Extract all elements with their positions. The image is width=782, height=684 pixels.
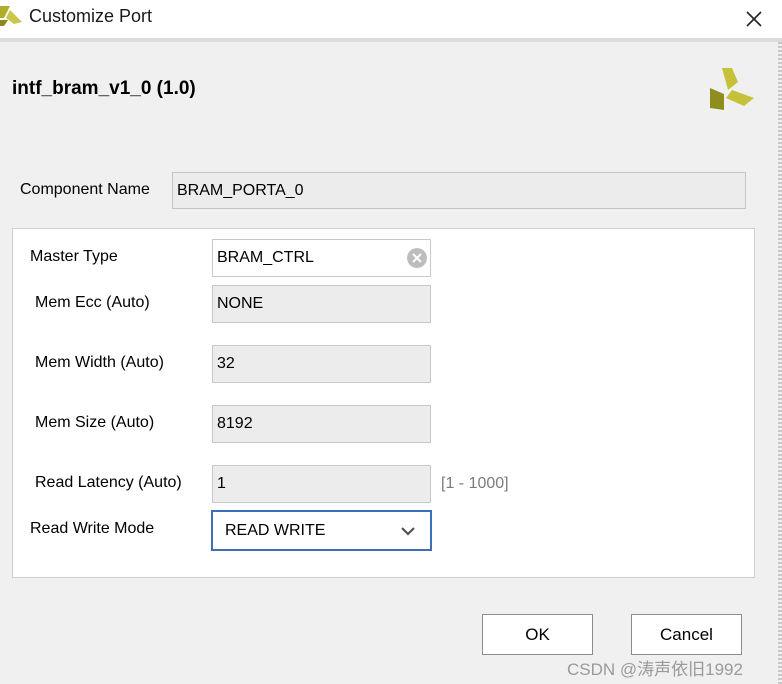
master-type-label: Master Type xyxy=(30,248,118,265)
master-type-input[interactable]: BRAM_CTRL xyxy=(212,239,431,277)
window-title: Customize Port xyxy=(29,6,153,26)
chevron-down-icon xyxy=(401,527,415,536)
read-write-mode-label: Read Write Mode xyxy=(30,520,155,537)
clear-icon[interactable] xyxy=(407,248,427,268)
ip-title: intf_bram_v1_0 (1.0) xyxy=(12,78,196,99)
mem-width-value: 32 xyxy=(217,355,235,372)
customize-port-dialog: Customize Port intf_bram_v1_0 (1.0) Comp… xyxy=(0,0,782,684)
read-latency-label: Read Latency (Auto) xyxy=(35,474,182,491)
title-bar: Customize Port xyxy=(0,0,782,38)
mem-size-label: Mem Size (Auto) xyxy=(35,414,155,431)
mem-ecc-value: NONE xyxy=(217,295,264,312)
component-name-field[interactable]: BRAM_PORTA_0 xyxy=(172,172,746,209)
xilinx-logo-icon xyxy=(0,6,22,26)
close-icon[interactable] xyxy=(740,5,768,33)
mem-size-field: 8192 xyxy=(212,405,431,443)
window-edge xyxy=(778,42,782,684)
ok-button[interactable]: OK xyxy=(482,614,593,655)
component-name-label: Component Name xyxy=(20,181,150,198)
mem-ecc-field: NONE xyxy=(212,285,431,323)
mem-width-label: Mem Width (Auto) xyxy=(35,354,164,371)
read-write-mode-select[interactable]: READ WRITE xyxy=(211,510,432,551)
dialog-header: intf_bram_v1_0 (1.0) xyxy=(0,42,782,140)
read-latency-range: [1 - 1000] xyxy=(441,475,509,492)
read-write-mode-value: READ WRITE xyxy=(225,522,326,539)
watermark: CSDN @涛声依旧1992 xyxy=(567,660,743,679)
mem-ecc-label: Mem Ecc (Auto) xyxy=(35,294,150,311)
xilinx-logo-icon xyxy=(710,68,754,110)
mem-width-field: 32 xyxy=(212,345,431,383)
read-latency-value: 1 xyxy=(217,475,226,492)
master-type-value: BRAM_CTRL xyxy=(217,249,314,266)
cancel-button[interactable]: Cancel xyxy=(631,614,742,655)
mem-size-value: 8192 xyxy=(217,415,253,432)
read-latency-field: 1 xyxy=(212,465,431,503)
